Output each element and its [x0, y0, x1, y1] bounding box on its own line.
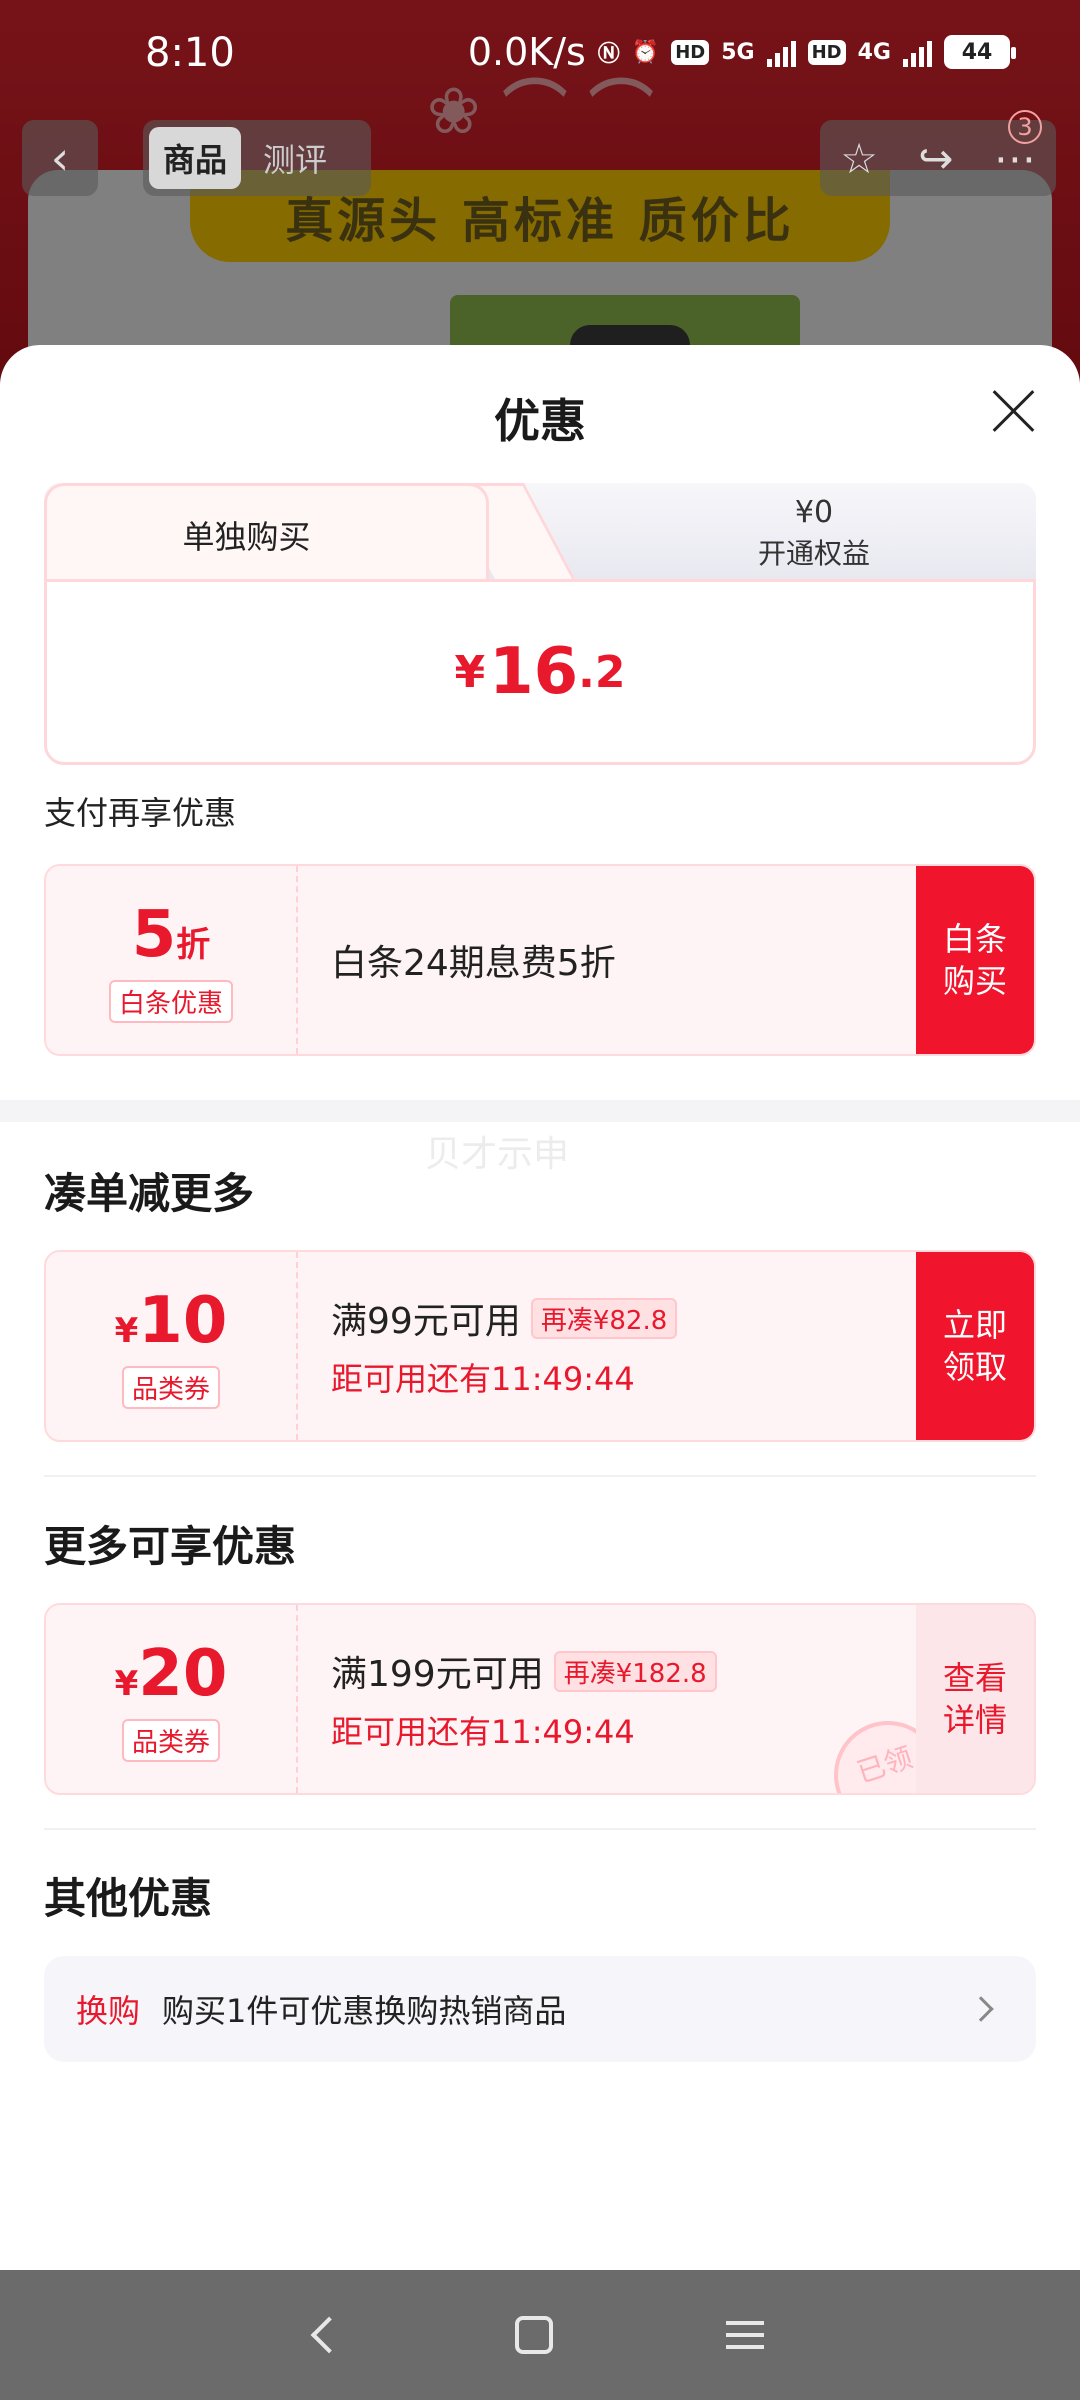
- back-button[interactable]: ‹: [22, 120, 98, 196]
- view-details-button[interactable]: 查看详情: [916, 1605, 1034, 1793]
- claim-now-button[interactable]: 立即领取: [916, 1252, 1034, 1440]
- claim-now-label: 立即领取: [942, 1306, 1007, 1386]
- coupon-value-block: ¥ 20 品类券: [46, 1605, 298, 1793]
- baitiao-coupon: 5 折 白条优惠 白条24期息费5折 白条购买: [44, 864, 1036, 1056]
- exchange-offer-row[interactable]: 换购 购买1件可优惠换购热销商品: [44, 1956, 1036, 2062]
- coupon-value: ¥ 20: [115, 1637, 228, 1711]
- tab-single-buy[interactable]: 单独购买: [44, 483, 489, 583]
- star-icon[interactable]: ☆: [840, 134, 878, 183]
- net-speed: 0.0K/s: [467, 30, 586, 74]
- tab-goods[interactable]: 商品: [149, 127, 242, 189]
- product-nav: ‹ 商品 测评 ☆ ↪ ⋯ 3: [0, 110, 1080, 196]
- network-5g-label: 5G: [721, 39, 755, 65]
- hd-icon: HD: [671, 39, 710, 65]
- coupon-amount: 20: [138, 1636, 228, 1711]
- baitiao-buy-button[interactable]: 白条购买: [916, 866, 1034, 1054]
- other-section-title: 其他优惠: [44, 1874, 213, 1923]
- coupon-amount: 10: [138, 1283, 228, 1358]
- discount-unit: 折: [176, 924, 211, 965]
- tab-membership[interactable]: ¥0 开通权益: [604, 495, 1024, 572]
- signal-icon: [766, 37, 796, 67]
- hd-icon-2: HD: [807, 39, 846, 65]
- price-decimal: .2: [578, 646, 626, 698]
- nfc-icon: Ⓝ: [597, 42, 620, 67]
- discount-value: 5: [131, 897, 177, 972]
- battery-icon: 44: [944, 35, 1016, 69]
- share-icon[interactable]: ↪: [918, 134, 953, 183]
- system-menu-icon[interactable]: [725, 2321, 764, 2349]
- status-time: 8:10: [145, 30, 235, 76]
- coupon-tag: 品类券: [121, 1718, 220, 1762]
- coupon-condition-row: 满99元可用 再凑¥82.8: [331, 1292, 678, 1344]
- signal-icon-2: [903, 37, 932, 67]
- category-coupon-20: ¥ 20 品类券 满199元可用 再凑¥182.8 距可用还有11:49:44 …: [44, 1603, 1036, 1795]
- combine-section-title: 凑单减更多: [44, 1169, 255, 1218]
- exchange-tag: 换购: [76, 1992, 141, 2030]
- coupon-condition-row: 满199元可用 再凑¥182.8: [331, 1645, 717, 1697]
- coupon-gap-chip: 再凑¥182.8: [553, 1650, 717, 1692]
- discount-sheet: 优惠 单独购买 ¥0 开通权益 ¥ 16 .2 支付再享优惠 5 折 白条优惠 …: [0, 345, 1080, 2270]
- coupon-info: 满199元可用 再凑¥182.8 距可用还有11:49:44: [331, 1605, 717, 1793]
- network-4g-label: 4G: [857, 39, 891, 65]
- membership-amount: ¥0: [794, 495, 834, 530]
- coupon-currency: ¥: [114, 1310, 139, 1351]
- membership-label: 开通权益: [757, 537, 870, 570]
- coupon-info: 满99元可用 再凑¥82.8 距可用还有11:49:44: [331, 1252, 678, 1440]
- coupon-value-block: ¥ 10 品类券: [46, 1252, 298, 1440]
- baitiao-buy-label: 白条购买: [942, 920, 1007, 1000]
- section-divider: [0, 1100, 1080, 1122]
- coupon-countdown: 距可用还有11:49:44: [331, 1360, 635, 1398]
- status-icons: 0.0K/s Ⓝ ⏰ HD 5G HD 4G 44: [467, 30, 1016, 74]
- close-icon[interactable]: [988, 385, 1038, 435]
- system-home-icon[interactable]: [514, 2316, 553, 2354]
- system-nav-bar: [0, 2270, 1080, 2400]
- coupon-condition: 满99元可用: [331, 1301, 521, 1342]
- coupon-gap-chip: 再凑¥82.8: [530, 1297, 678, 1339]
- message-badge: 3: [1008, 110, 1042, 144]
- coupon-info: 白条24期息费5折: [331, 866, 616, 1054]
- price-integer: 16: [489, 635, 579, 709]
- coupon-desc: 白条24期息费5折: [331, 943, 616, 984]
- pay-section-label: 支付再享优惠: [44, 794, 237, 832]
- coupon-condition: 满199元可用: [331, 1654, 544, 1695]
- divider-line: [44, 1828, 1036, 1830]
- chevron-right-icon: [968, 1996, 994, 2022]
- alarm-icon: ⏰: [631, 39, 660, 65]
- sheet-title: 优惠: [494, 394, 586, 448]
- coupon-value-block: 5 折 白条优惠: [46, 866, 298, 1054]
- coupon-value: 5 折: [132, 898, 211, 972]
- nav-actions: ☆ ↪ ⋯ 3: [820, 110, 1056, 196]
- coupon-tag: 品类券: [121, 1365, 220, 1409]
- product-tabs: 商品 测评: [143, 120, 371, 196]
- coupon-tag: 白条优惠: [108, 979, 233, 1023]
- tab-review[interactable]: 测评: [249, 127, 341, 189]
- chevron-left-icon: ‹: [50, 131, 70, 185]
- price-display: ¥ 16 .2: [44, 579, 1036, 765]
- status-bar: 8:10 0.0K/s Ⓝ ⏰ HD 5G HD 4G 44: [0, 0, 1080, 90]
- exchange-text: 购买1件可优惠换购热销商品: [162, 1992, 567, 2030]
- watermark-text: 贝才示申: [425, 1134, 570, 1175]
- more-section-title: 更多可享优惠: [44, 1522, 297, 1571]
- price-currency: ¥: [454, 646, 486, 698]
- divider-line: [44, 1475, 1036, 1477]
- coupon-currency: ¥: [114, 1663, 139, 1704]
- system-back-icon[interactable]: [310, 2316, 348, 2354]
- coupon-countdown: 距可用还有11:49:44: [331, 1713, 635, 1751]
- price-card: 单独购买 ¥0 开通权益 ¥ 16 .2: [44, 483, 1036, 765]
- category-coupon-10: ¥ 10 品类券 满99元可用 再凑¥82.8 距可用还有11:49:44 立即…: [44, 1250, 1036, 1442]
- coupon-value: ¥ 10: [115, 1284, 228, 1358]
- view-details-label: 查看详情: [942, 1659, 1007, 1739]
